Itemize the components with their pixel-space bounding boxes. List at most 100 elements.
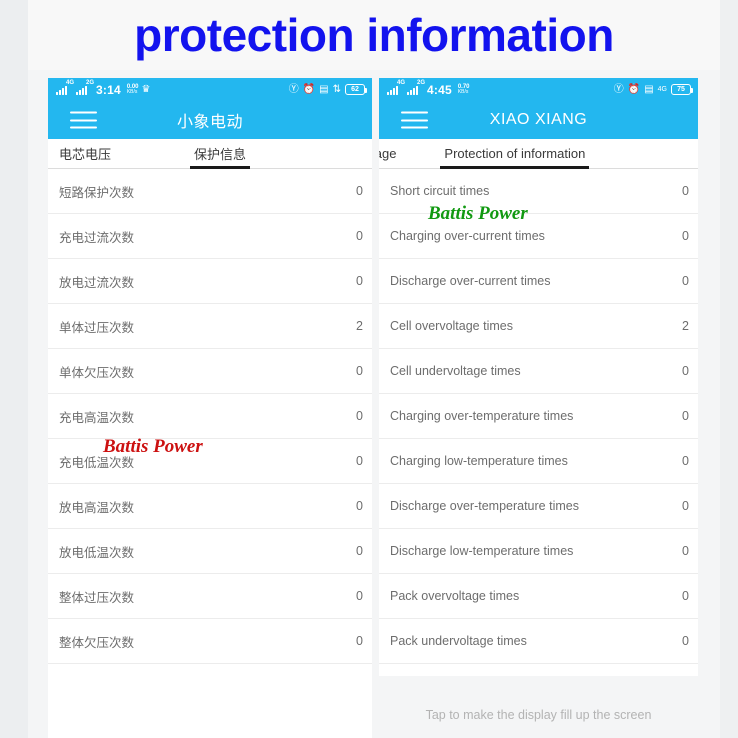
row-value: 0 bbox=[682, 229, 689, 243]
page-root: protection information 4G 2G 3:14 0.00 K… bbox=[0, 0, 738, 738]
row-label: Cell overvoltage times bbox=[390, 319, 513, 333]
row-label: 充电过流次数 bbox=[59, 230, 135, 245]
table-row[interactable]: 短路保护次数 0 bbox=[48, 169, 372, 214]
row-value: 2 bbox=[682, 319, 689, 333]
hamburger-menu-icon[interactable] bbox=[70, 111, 97, 129]
table-row[interactable]: Discharge over-current times 0 bbox=[379, 259, 698, 304]
row-label: Charging over-current times bbox=[390, 229, 545, 243]
table-row[interactable]: 整体过压次数 0 bbox=[48, 574, 372, 619]
row-value: 0 bbox=[356, 274, 363, 288]
table-row[interactable]: 放电过流次数 0 bbox=[48, 259, 372, 304]
vibrate-icon: ▤ bbox=[644, 83, 654, 95]
tab-cell-voltage[interactable]: oltage bbox=[379, 139, 396, 169]
table-row[interactable]: Charging over-temperature times 0 bbox=[379, 394, 698, 439]
app-bar-right: XIAO XIANG bbox=[379, 101, 698, 139]
status-bar-right: 4G 2G 4:45 0.70 KB/s Ⓨ ⏰ ▤ 4G 75 bbox=[379, 78, 698, 101]
table-row[interactable]: 单体过压次数 2 bbox=[48, 304, 372, 349]
row-label: 短路保护次数 bbox=[59, 185, 135, 200]
tab-label: 保护信息 bbox=[194, 147, 247, 162]
row-value: 0 bbox=[682, 544, 689, 558]
signal-strength-icon-1: 4G bbox=[56, 80, 74, 95]
tab-protection-info[interactable]: 保护信息 bbox=[190, 139, 251, 169]
row-label: 放电低温次数 bbox=[59, 545, 135, 560]
row-label: Cell undervoltage times bbox=[390, 364, 521, 378]
row-label: 放电高温次数 bbox=[59, 500, 135, 515]
left-edge-strip bbox=[0, 0, 28, 738]
row-label: Charging over-temperature times bbox=[390, 409, 574, 423]
row-label: 充电高温次数 bbox=[59, 410, 135, 425]
row-value: 0 bbox=[356, 184, 363, 198]
table-row[interactable]: 充电高温次数 0 bbox=[48, 394, 372, 439]
phone-screenshot-left: 4G 2G 3:14 0.00 KB/s ♛ Ⓨ ⏰ ▤ ⇅ 62 小象电动 电… bbox=[48, 78, 372, 738]
row-label: 单体欠压次数 bbox=[59, 365, 135, 380]
tab-bar-left: 电芯电压 保护信息 bbox=[48, 139, 372, 169]
table-row[interactable]: Pack undervoltage times 0 bbox=[379, 619, 698, 664]
row-value: 2 bbox=[356, 319, 363, 333]
row-value: 0 bbox=[356, 544, 363, 558]
table-row[interactable]: Cell undervoltage times 0 bbox=[379, 349, 698, 394]
row-label: Pack undervoltage times bbox=[390, 634, 527, 648]
tab-underline bbox=[440, 166, 590, 169]
table-row[interactable]: 放电高温次数 0 bbox=[48, 484, 372, 529]
tap-to-fill-hint[interactable]: Tap to make the display fill up the scre… bbox=[379, 676, 698, 738]
tab-label: Protection of information bbox=[444, 146, 586, 161]
table-row[interactable]: 充电过流次数 0 bbox=[48, 214, 372, 259]
signal-type-label-2: 2G bbox=[85, 80, 94, 86]
battery-indicator: 75 bbox=[671, 84, 693, 95]
row-value: 0 bbox=[682, 184, 689, 198]
table-row[interactable]: Cell overvoltage times 2 bbox=[379, 304, 698, 349]
tab-label: 电芯电压 bbox=[59, 147, 112, 162]
signal-strength-icon-2: 2G bbox=[407, 80, 425, 95]
row-value: 0 bbox=[356, 499, 363, 513]
list-empty-area-right bbox=[379, 664, 698, 676]
status-bar-right-group: Ⓨ ⏰ ▤ ⇅ 62 bbox=[289, 83, 367, 95]
row-value: 0 bbox=[356, 454, 363, 468]
table-row[interactable]: Short circuit times 0 bbox=[379, 169, 698, 214]
row-label: Discharge low-temperature times bbox=[390, 544, 574, 558]
page-title: protection information bbox=[134, 9, 614, 61]
status-bar-right-group: Ⓨ ⏰ ▤ 4G 75 bbox=[614, 83, 693, 95]
page-title-bar: protection information bbox=[28, 0, 720, 70]
table-row[interactable]: Discharge over-temperature times 0 bbox=[379, 484, 698, 529]
row-label: 充电低温次数 bbox=[59, 455, 135, 470]
table-row[interactable]: 单体欠压次数 0 bbox=[48, 349, 372, 394]
row-label: Short circuit times bbox=[390, 184, 490, 198]
phone-screenshot-right: 4G 2G 4:45 0.70 KB/s Ⓨ ⏰ ▤ 4G 75 XIAO XI… bbox=[379, 78, 698, 738]
alarm-icon: ⏰ bbox=[302, 83, 316, 95]
row-value: 0 bbox=[682, 364, 689, 378]
table-row[interactable]: Discharge low-temperature times 0 bbox=[379, 529, 698, 574]
battery-indicator: 62 bbox=[345, 84, 367, 95]
row-value: 0 bbox=[356, 229, 363, 243]
network-speed-unit: KB/s bbox=[126, 89, 138, 95]
table-row[interactable]: Charging over-current times 0 bbox=[379, 214, 698, 259]
table-row[interactable]: Charging low-temperature times 0 bbox=[379, 439, 698, 484]
hamburger-menu-icon[interactable] bbox=[401, 111, 428, 129]
table-row[interactable]: 整体欠压次数 0 bbox=[48, 619, 372, 664]
signal-type-label-2: 2G bbox=[416, 80, 425, 86]
tab-label: oltage bbox=[379, 146, 397, 161]
table-row[interactable]: Pack overvoltage times 0 bbox=[379, 574, 698, 619]
tab-protection-info[interactable]: Protection of information bbox=[440, 139, 590, 169]
tab-cell-voltage[interactable]: 电芯电压 bbox=[59, 139, 111, 169]
vibrate-icon: ▤ bbox=[319, 83, 329, 95]
row-label: Pack overvoltage times bbox=[390, 589, 520, 603]
status-bar-left-group: 4G 2G 4:45 0.70 KB/s bbox=[387, 80, 470, 97]
tab-underline bbox=[190, 166, 251, 169]
row-label: 整体欠压次数 bbox=[59, 635, 135, 650]
app-bar-left: 小象电动 bbox=[48, 101, 372, 139]
network-icon: ⇅ bbox=[332, 83, 341, 95]
row-label: Charging low-temperature times bbox=[390, 454, 568, 468]
table-row[interactable]: 充电低温次数 0 bbox=[48, 439, 372, 484]
row-label: 整体过压次数 bbox=[59, 590, 135, 605]
protection-list-left: 短路保护次数 0 充电过流次数 0 放电过流次数 0 单体过压次数 2 单体欠压… bbox=[48, 169, 372, 664]
status-clock: 3:14 bbox=[96, 82, 121, 97]
table-row[interactable]: 放电低温次数 0 bbox=[48, 529, 372, 574]
row-value: 0 bbox=[682, 634, 689, 648]
row-value: 0 bbox=[356, 634, 363, 648]
row-label: 放电过流次数 bbox=[59, 275, 135, 290]
signal-strength-icon-1: 4G bbox=[387, 80, 405, 95]
signal-type-label-1: 4G bbox=[65, 80, 74, 86]
app-status-icon: ♛ bbox=[141, 83, 151, 95]
alarm-icon: ⏰ bbox=[627, 83, 641, 95]
protection-list-right: Short circuit times 0 Charging over-curr… bbox=[379, 169, 698, 664]
